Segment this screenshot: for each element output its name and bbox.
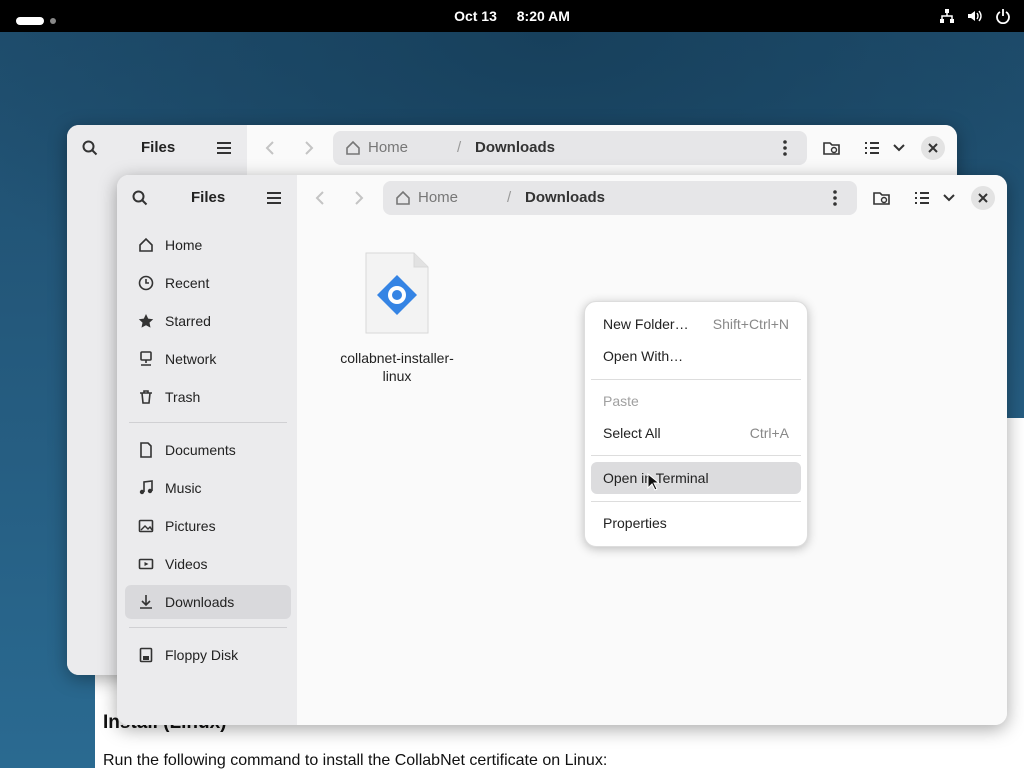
video-icon	[137, 555, 155, 573]
path-home[interactable]: Home	[368, 139, 408, 156]
sidebar-item-label: Recent	[165, 275, 210, 291]
sidebar-item-label: Home	[165, 237, 203, 253]
file-name-line: collabnet-installer-	[340, 350, 454, 366]
star-icon	[137, 312, 155, 330]
path-current[interactable]: Downloads	[525, 189, 605, 206]
executable-file-icon	[364, 251, 430, 335]
sidebar-item-music[interactable]: Music	[125, 471, 291, 505]
picture-icon	[137, 517, 155, 535]
kebab-menu-icon[interactable]	[823, 186, 847, 210]
trash-icon	[137, 388, 155, 406]
chevron-down-icon[interactable]	[884, 133, 914, 163]
sidebar-item-floppy-disk[interactable]: Floppy Disk	[125, 638, 291, 672]
sidebar-item-network[interactable]: Network	[125, 342, 291, 376]
clock-icon	[137, 274, 155, 292]
sidebar-item-label: Music	[165, 480, 202, 496]
search-icon[interactable]	[125, 183, 155, 213]
volume-icon	[966, 7, 984, 25]
menu-separator	[591, 455, 801, 456]
power-icon	[994, 7, 1012, 25]
menu-item-properties[interactable]: Properties	[591, 507, 801, 539]
sidebar-item-pictures[interactable]: Pictures	[125, 509, 291, 543]
mouse-pointer-icon	[647, 472, 661, 494]
home-icon	[395, 190, 411, 209]
menu-item-new-folder[interactable]: New Folder… Shift+Ctrl+N	[591, 308, 801, 340]
menu-accelerator: Ctrl+A	[749, 425, 789, 441]
sidebar-places: Home Recent Starred Network Trash Docume…	[125, 228, 291, 676]
download-icon	[137, 593, 155, 611]
page-paragraph: Run the following command to install the…	[103, 752, 608, 769]
clock-date: Oct 13	[454, 8, 497, 24]
floppy-icon	[137, 646, 155, 664]
sidebar-item-label: Downloads	[165, 594, 235, 610]
kebab-menu-icon[interactable]	[773, 136, 797, 160]
forward-arrow-icon[interactable]	[294, 133, 324, 163]
sidebar-item-trash[interactable]: Trash	[125, 380, 291, 414]
document-icon	[137, 441, 155, 459]
sidebar-separator	[129, 422, 287, 423]
close-button[interactable]	[971, 186, 995, 210]
menu-separator	[591, 501, 801, 502]
list-view-icon[interactable]	[907, 183, 937, 213]
folder-search-icon[interactable]	[817, 133, 847, 163]
home-icon	[345, 140, 361, 159]
header-bar: Home / Downloads	[297, 175, 1007, 221]
sidebar: Files Home Recent Starred Network Trash …	[117, 175, 297, 725]
window-title: Files	[141, 139, 176, 156]
home-icon	[137, 236, 155, 254]
sidebar-item-downloads[interactable]: Downloads	[125, 585, 291, 619]
file-name-line: linux	[382, 368, 412, 384]
clock-time: 8:20 AM	[516, 8, 570, 24]
sidebar-item-videos[interactable]: Videos	[125, 547, 291, 581]
menu-separator	[591, 379, 801, 380]
sidebar-separator	[129, 627, 287, 628]
network-icon	[938, 7, 956, 25]
menu-item-select-all[interactable]: Select All Ctrl+A	[591, 417, 801, 449]
hamburger-menu-icon[interactable]	[209, 133, 239, 163]
close-button[interactable]	[921, 136, 945, 160]
sidebar-item-label: Starred	[165, 313, 211, 329]
music-icon	[137, 479, 155, 497]
menu-item-paste: Paste	[603, 393, 639, 409]
folder-search-icon[interactable]	[867, 183, 897, 213]
back-arrow-icon[interactable]	[255, 133, 285, 163]
system-tray[interactable]	[938, 7, 1012, 25]
close-icon	[928, 143, 938, 153]
files-window[interactable]: Files Home Recent Starred Network Trash …	[117, 175, 1007, 725]
top-bar: Oct 13 8:20 AM	[0, 0, 1024, 32]
search-icon[interactable]	[75, 133, 105, 163]
sidebar-item-label: Documents	[165, 442, 236, 458]
sidebar-item-label: Videos	[165, 556, 208, 572]
hamburger-menu-icon[interactable]	[259, 183, 289, 213]
menu-accelerator: Shift+Ctrl+N	[712, 316, 789, 332]
menu-item-open-in-terminal[interactable]: Open in Terminal	[591, 462, 801, 494]
sidebar-item-label: Trash	[165, 389, 201, 405]
sidebar-item-label: Floppy Disk	[165, 647, 239, 663]
network-icon	[137, 350, 155, 368]
back-arrow-icon[interactable]	[305, 183, 335, 213]
sidebar-item-documents[interactable]: Documents	[125, 433, 291, 467]
file-item[interactable]: collabnet-installer- linux	[327, 251, 467, 385]
sidebar-item-starred[interactable]: Starred	[125, 304, 291, 338]
path-bar[interactable]: Home / Downloads	[333, 131, 807, 165]
path-home[interactable]: Home	[418, 189, 458, 206]
sidebar-item-label: Pictures	[165, 518, 216, 534]
path-bar[interactable]: Home / Downloads	[383, 181, 857, 215]
list-view-icon[interactable]	[857, 133, 887, 163]
sidebar-item-recent[interactable]: Recent	[125, 266, 291, 300]
forward-arrow-icon[interactable]	[344, 183, 374, 213]
chevron-down-icon[interactable]	[934, 183, 964, 213]
window-title: Files	[191, 189, 226, 206]
close-icon	[978, 193, 988, 203]
path-current[interactable]: Downloads	[475, 139, 555, 156]
sidebar-item-label: Network	[165, 351, 217, 367]
sidebar-item-home[interactable]: Home	[125, 228, 291, 262]
menu-item-open-with[interactable]: Open With…	[591, 340, 801, 372]
clock[interactable]: Oct 13 8:20 AM	[0, 0, 1024, 32]
context-menu: New Folder… Shift+Ctrl+N Open With… Past…	[584, 301, 808, 547]
